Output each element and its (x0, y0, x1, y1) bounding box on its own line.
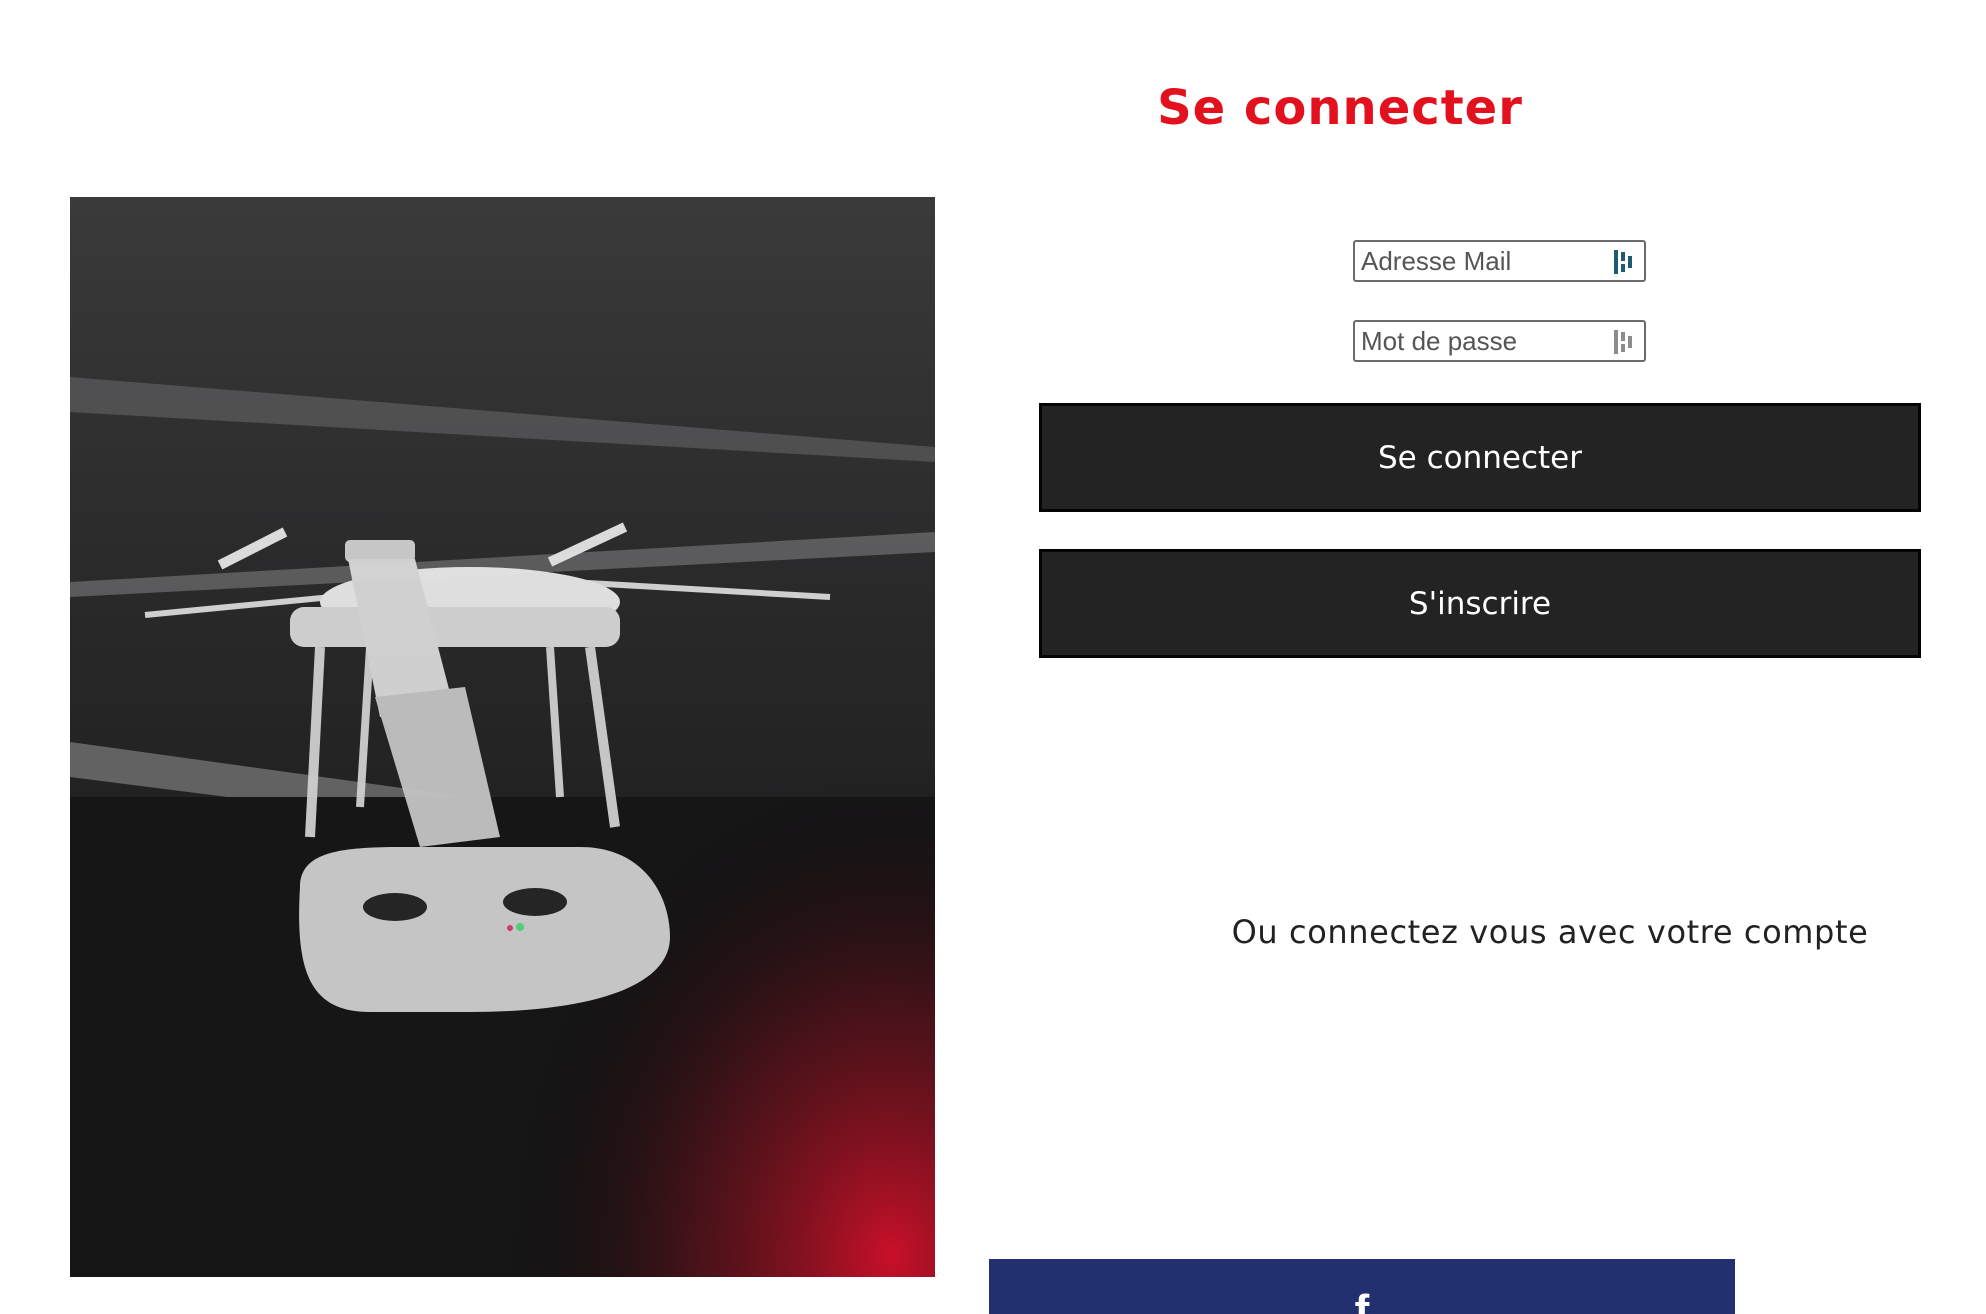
page-title: Se connecter (1157, 80, 1523, 136)
password-manager-icon[interactable] (1612, 328, 1636, 356)
alt-login-text: Ou connectez vous avec votre compte (1231, 913, 1869, 951)
login-button[interactable]: Se connecter (1039, 403, 1921, 512)
signup-button[interactable]: S'inscrire (1039, 549, 1921, 658)
password-input[interactable] (1355, 325, 1595, 357)
facebook-login-button[interactable]: f (989, 1259, 1735, 1314)
email-field[interactable] (1353, 240, 1646, 282)
login-page: Se connecter Adresse Mail Se connecter S… (0, 0, 1986, 1314)
password-field[interactable] (1353, 320, 1646, 362)
password-manager-icon[interactable] (1612, 248, 1636, 276)
facebook-f-icon: f (1354, 1286, 1370, 1314)
email-input[interactable] (1355, 245, 1595, 277)
drone-photo (70, 197, 935, 1277)
